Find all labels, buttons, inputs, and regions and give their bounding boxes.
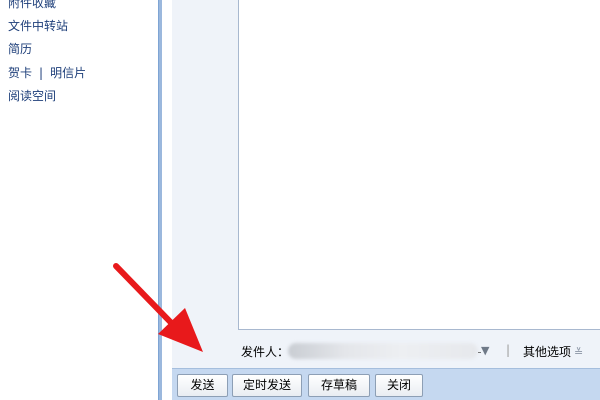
send-button[interactable]: 发送 [177, 374, 228, 397]
other-options-label: 其他选项 [523, 345, 572, 359]
close-button[interactable]: 关闭 [375, 374, 423, 397]
sidebar-item-postcard[interactable]: 明信片 [50, 66, 86, 80]
sidebar-item-cards-row: 贺卡 | 明信片 [8, 65, 86, 81]
sidebar-item-greeting-card[interactable]: 贺卡 [8, 66, 32, 80]
sender-dropdown-icon[interactable]: ▼ [481, 344, 489, 357]
sidebar-item-attachment-favorites[interactable]: 附件收藏 [8, 0, 56, 11]
sender-row: 发件人： ▼ | 其他选项 ≚ [238, 340, 600, 362]
save-draft-button[interactable]: 存草稿 [308, 374, 370, 397]
annotation-arrow-icon [113, 263, 203, 352]
scheduled-send-button[interactable]: 定时发送 [232, 374, 302, 397]
sidebar-item-reading-space[interactable]: 阅读空间 [8, 88, 56, 104]
other-options-toggle[interactable]: 其他选项 ≚ [523, 343, 583, 360]
sidebar-item-file-transfer[interactable]: 文件中转站 [8, 18, 68, 34]
sender-address-blurred[interactable] [288, 343, 478, 359]
message-body-editor[interactable] [238, 0, 600, 330]
sidebar-separator: | [39, 66, 44, 80]
sidebar-item-resume[interactable]: 简历 [8, 41, 32, 57]
sender-label: 发件人： [241, 345, 290, 359]
chevron-double-down-icon: ≚ [574, 346, 584, 359]
compose-toolbar: 发送 定时发送 存草稿 关闭 [172, 368, 600, 400]
sender-row-separator: | [506, 343, 511, 357]
